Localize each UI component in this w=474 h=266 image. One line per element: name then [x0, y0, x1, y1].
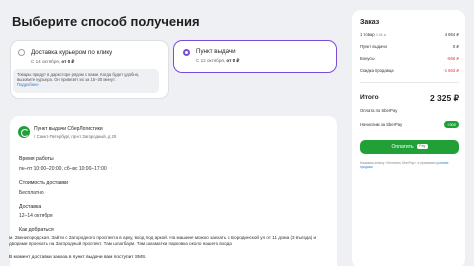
page-title: Выберите способ получения [12, 14, 200, 29]
courier-option-date: С 14 октября, от 0 ₽ [31, 59, 74, 65]
items-weight: 0.86 кг [375, 33, 387, 37]
total-label: Итого [360, 94, 379, 101]
legal-notice: Нажимая кнопку «Оплатить SberPay», я при… [360, 161, 460, 169]
pickup-option-date: С 12 октября, от 0 ₽ [196, 58, 239, 64]
pickup-option-title: Пункт выдачи [196, 48, 236, 55]
items-value: 4 654 ₽ [444, 32, 459, 37]
summary-title: Заказ [360, 19, 380, 26]
pickup-cost-value: 0 ₽ [452, 44, 459, 49]
discount-label: Скидка продавца [360, 68, 394, 73]
bonus-accrual-badge: +300 [443, 121, 459, 128]
bonuses-value: -666 ₽ [446, 56, 459, 61]
courier-option-title: Доставка курьером по клику [31, 49, 113, 56]
pickup-point-address: г Санкт-Петербург, пр-кт Загородный, д 2… [34, 134, 117, 139]
pickup-date: С 12 октября, [196, 58, 226, 63]
courier-date: С 14 октября, [31, 59, 61, 64]
pickup-cost-label: Пункт выдачи [360, 44, 387, 49]
pay-button[interactable]: Оплатить Pay [360, 140, 459, 154]
courier-notice-text: Товары придут в дарксторе рядом с вами. … [17, 72, 140, 82]
sberpay-label: Оплата по SberPay [360, 108, 398, 113]
bonuses-label: Бонусы [360, 56, 375, 61]
route-label: Как добраться [19, 227, 54, 233]
cost-value: Бесплатно [19, 190, 44, 196]
sberlogistics-logo-icon [18, 126, 30, 138]
total-value: 2 325 ₽ [429, 93, 459, 103]
courier-more-link[interactable]: Подробнее [17, 82, 155, 87]
discount-value: -1 663 ₽ [443, 68, 459, 73]
courier-notice: Товары придут в дарксторе рядом с вами. … [13, 69, 159, 93]
bonus-accrual-label: Начислим за SberPay [360, 122, 403, 127]
pickup-point-option[interactable]: Пункт выдачи С 12 октября, от 0 ₽ [173, 40, 337, 73]
pay-button-label: Оплатить [391, 144, 414, 150]
courier-price: от 0 ₽ [61, 59, 75, 64]
pickup-point-name: Пункт выдачи СберЛогистики [34, 126, 103, 132]
order-summary: Заказ 1 товар 0.86 кг 4 654 ₽ Пункт выда… [352, 10, 465, 266]
route-text: м. Звенигородская. Зайти с Загородного п… [9, 235, 317, 247]
courier-radio[interactable] [18, 49, 25, 56]
hours-label: Время работы [19, 156, 54, 162]
hours-value: пн–пт 10:00–20:00, сб–вс 10:00–17:00 [19, 166, 107, 172]
summary-divider [360, 82, 459, 83]
pickup-radio-selected[interactable] [183, 49, 190, 56]
delivery-value: 12–14 октября [19, 213, 53, 219]
sberpay-icon: Pay [417, 144, 428, 150]
items-label: 1 товар [360, 32, 375, 37]
pickup-price: от 0 ₽ [226, 58, 240, 63]
cost-label: Стоимость доставки [19, 180, 69, 186]
sms-notice: В момент доставки заказа в пункт выдачи … [9, 255, 147, 260]
delivery-label: Доставка [19, 204, 42, 210]
